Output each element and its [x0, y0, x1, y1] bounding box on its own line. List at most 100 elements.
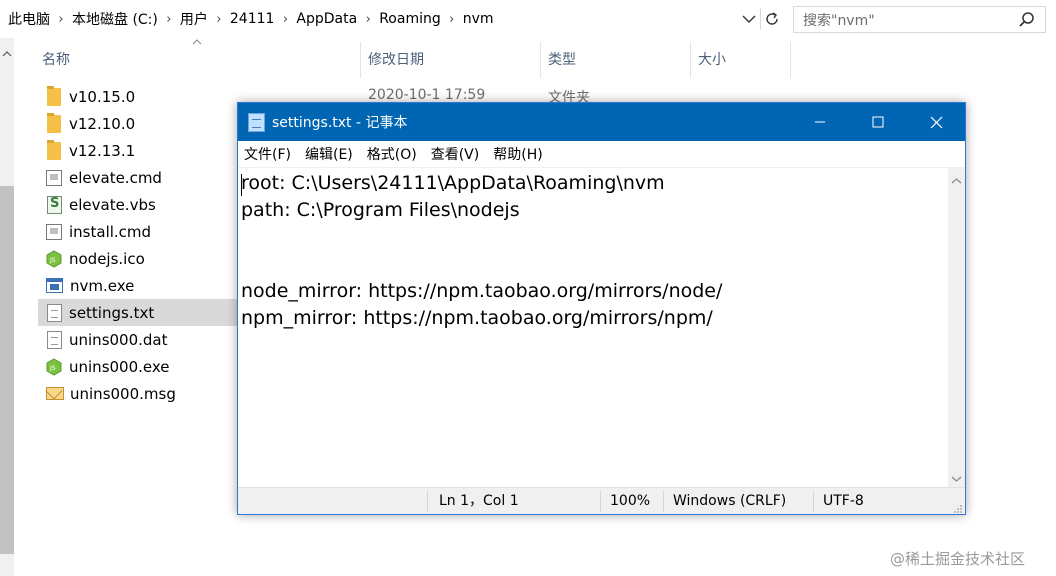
close-button[interactable] — [907, 103, 965, 141]
editor-line: node_mirror: https://npm.taobao.org/mirr… — [241, 280, 723, 302]
folder-icon — [47, 139, 61, 160]
folder-icon — [47, 85, 61, 106]
sort-ascending-icon — [192, 38, 202, 49]
msg-file-icon — [46, 387, 64, 400]
file-row-unins000-dat[interactable]: unins000.dat — [38, 326, 238, 353]
chevron-right-icon: › — [58, 11, 64, 27]
scroll-down-icon[interactable] — [951, 469, 962, 482]
editor-line: npm_mirror: https://npm.taobao.org/mirro… — [241, 307, 713, 329]
cmd-file-icon — [46, 169, 62, 186]
file-row-nodejs-ico[interactable]: JS nodejs.ico — [38, 245, 238, 272]
file-row-v12-10-0[interactable]: v12.10.0 — [38, 110, 238, 137]
file-name: elevate.vbs — [69, 195, 156, 214]
breadcrumb-item[interactable]: Roaming — [379, 11, 441, 27]
column-header-label: 类型 — [548, 52, 576, 68]
column-header-type[interactable]: 类型 — [540, 38, 690, 82]
file-name: v12.13.1 — [69, 141, 136, 160]
search-icon[interactable] — [1018, 11, 1036, 29]
menu-bar: 文件(F) 编辑(E) 格式(O) 查看(V) 帮助(H) — [238, 141, 965, 167]
file-row-unins000-msg[interactable]: unins000.msg — [38, 380, 238, 407]
resize-grip-icon[interactable] — [953, 502, 963, 513]
file-name: nvm.exe — [70, 276, 135, 295]
file-row-v10-15-0[interactable]: v10.15.0 — [38, 83, 238, 110]
status-divider — [663, 491, 664, 512]
text-editor[interactable]: root: C:\Users\24111\AppData\Roaming\nvm… — [238, 167, 948, 487]
column-divider[interactable] — [790, 42, 791, 78]
menu-view[interactable]: 查看(V) — [431, 144, 480, 164]
text-file-icon — [47, 330, 62, 349]
notepad-window[interactable]: settings.txt - 记事本 文件(F) 编辑(E) 格式(O) 查看(… — [237, 102, 966, 515]
column-header-label: 修改日期 — [368, 52, 424, 68]
breadcrumb-item[interactable]: 此电脑 — [8, 9, 50, 29]
file-name: unins000.exe — [69, 357, 170, 376]
cmd-file-icon — [46, 223, 62, 240]
notepad-app-icon[interactable] — [248, 112, 265, 132]
scroll-up-icon[interactable] — [2, 44, 12, 57]
editor-line: path: C:\Program Files\nodejs — [241, 199, 520, 221]
file-row-v12-13-1[interactable]: v12.13.1 — [38, 137, 238, 164]
file-date: 2020-10-1 17:59 — [368, 87, 486, 103]
menu-help[interactable]: 帮助(H) — [493, 144, 542, 164]
file-name: v10.15.0 — [69, 87, 136, 106]
vbs-file-icon — [47, 195, 62, 214]
status-bar: Ln 1，Col 1 100% Windows (CRLF) UTF-8 — [238, 487, 965, 514]
refresh-icon[interactable] — [760, 8, 782, 30]
scroll-up-icon[interactable] — [951, 172, 962, 184]
maximize-button[interactable] — [849, 103, 907, 141]
menu-format[interactable]: 格式(O) — [367, 144, 417, 164]
file-name: v12.10.0 — [69, 114, 136, 133]
nodejs-icon: JS — [46, 357, 62, 376]
chevron-right-icon: › — [216, 11, 222, 27]
file-name: settings.txt — [69, 303, 155, 322]
navigation-scrollbar[interactable] — [0, 38, 14, 576]
encoding: UTF-8 — [823, 493, 864, 509]
file-row-settings-txt[interactable]: settings.txt — [38, 299, 238, 326]
watermark: @稀土掘金技术社区 — [890, 550, 1026, 568]
zoom-level: 100% — [610, 493, 651, 509]
window-title: settings.txt - 记事本 — [272, 115, 408, 131]
file-name: unins000.dat — [69, 330, 168, 349]
file-row-elevate-cmd[interactable]: elevate.cmd — [38, 164, 238, 191]
chevron-right-icon: › — [449, 11, 455, 27]
editor-scrollbar[interactable] — [948, 167, 965, 487]
notepad-titlebar[interactable]: settings.txt - 记事本 — [238, 103, 965, 141]
menu-file[interactable]: 文件(F) — [244, 144, 291, 164]
status-divider — [600, 491, 601, 512]
scrollbar-thumb[interactable] — [0, 186, 14, 554]
line-ending: Windows (CRLF) — [673, 493, 787, 509]
breadcrumb-item[interactable]: 用户 — [180, 9, 208, 29]
file-row-elevate-vbs[interactable]: elevate.vbs — [38, 191, 238, 218]
status-divider — [427, 491, 428, 512]
file-name: install.cmd — [69, 222, 152, 241]
column-header-size[interactable]: 大小 — [690, 38, 790, 82]
minimize-button[interactable] — [791, 103, 849, 141]
breadcrumb-item[interactable]: 24111 — [230, 11, 275, 27]
breadcrumb-item[interactable]: 本地磁盘 (C:) — [72, 9, 158, 29]
file-row-nvm-exe[interactable]: nvm.exe — [38, 272, 238, 299]
menu-edit[interactable]: 编辑(E) — [305, 144, 353, 164]
column-headers: 名称 修改日期 类型 大小 — [14, 38, 814, 82]
file-name: unins000.msg — [70, 384, 176, 403]
svg-text:JS: JS — [49, 257, 56, 264]
chevron-right-icon: › — [166, 11, 172, 27]
cursor-position: Ln 1，Col 1 — [439, 493, 519, 509]
file-row-unins000-exe[interactable]: JS unins000.exe — [38, 353, 238, 380]
chevron-right-icon: › — [365, 11, 371, 27]
breadcrumb-item[interactable]: nvm — [463, 11, 494, 27]
svg-text:JS: JS — [49, 365, 56, 372]
screen: 此电脑 › 本地磁盘 (C:) › 用户 › 24111 › AppData ›… — [0, 0, 1056, 576]
file-row-install-cmd[interactable]: install.cmd — [38, 218, 238, 245]
column-header-date[interactable]: 修改日期 — [360, 38, 540, 82]
text-file-icon — [47, 303, 62, 322]
chevron-down-icon[interactable] — [740, 10, 758, 28]
search-input[interactable]: 搜索"nvm" — [793, 6, 1046, 33]
nodejs-icon: JS — [46, 249, 62, 268]
search-placeholder: 搜索"nvm" — [803, 12, 875, 29]
address-bar[interactable]: 此电脑 › 本地磁盘 (C:) › 用户 › 24111 › AppData ›… — [0, 0, 786, 38]
status-divider — [813, 491, 814, 512]
chevron-right-icon: › — [282, 11, 289, 27]
breadcrumb-item[interactable]: AppData — [296, 11, 357, 27]
text-caret — [241, 174, 242, 196]
